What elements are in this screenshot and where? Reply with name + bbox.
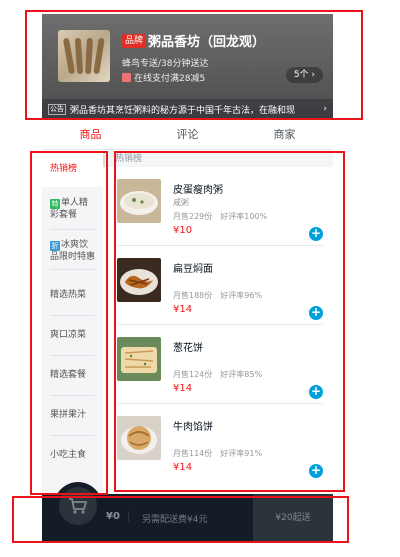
menu-item-hot[interactable]: 热销榜 (42, 151, 103, 187)
food-price: ¥14 (173, 304, 193, 315)
food-item[interactable]: 皮蛋瘦肉粥 咸粥 月售229份 好评率100% ¥10 + (117, 167, 323, 246)
menu-item-content: 特单人精彩套餐 (50, 189, 95, 230)
food-image (117, 258, 161, 302)
add-to-cart-button[interactable]: + (309, 227, 323, 241)
food-desc: 咸粥 (173, 198, 189, 207)
tab-ratings[interactable]: 评论 (139, 120, 236, 149)
discount-badge-icon: 折 (50, 240, 60, 251)
food-name: 葱花饼 (173, 343, 203, 354)
brand-badge: 品牌 (122, 34, 147, 48)
food-image (117, 416, 161, 460)
discount-icon (122, 73, 131, 82)
tab-goods[interactable]: 商品 (42, 120, 139, 149)
promo-text: 在线支付满28减5 (134, 74, 206, 84)
bulletin-tag: 公告 (48, 103, 66, 115)
menu-item-label: 爽口凉菜 (50, 315, 95, 356)
cart-total-price: ¥0 (106, 511, 129, 522)
food-name: 扁豆焖面 (173, 264, 213, 275)
promo-count-button[interactable]: 5个 › (285, 67, 323, 83)
food-extra: 月售188份 好评率96% (173, 290, 262, 301)
food-price: ¥14 (173, 462, 193, 473)
menu-item-content: 折冰爽饮品限时特惠 (50, 237, 95, 270)
add-to-cart-button[interactable]: + (309, 385, 323, 399)
shop-avatar (58, 30, 110, 82)
promo-line: 在线支付满28减5 (122, 71, 205, 84)
food-extra: 月售229份 好评率100% (173, 211, 267, 222)
food-list: 热销榜 皮蛋瘦肉粥 咸粥 月售229份 好评率100% ¥10 + 扁豆焖面 月售… (103, 151, 333, 494)
food-name: 皮蛋瘦肉粥 (173, 185, 223, 196)
food-extra: 月售114份 好评率91% (173, 448, 262, 459)
food-image (117, 179, 161, 223)
menu-item-combos[interactable]: 精选套餐 (42, 355, 103, 396)
food-sales: 月售229份 (173, 212, 213, 221)
cart-icon (59, 487, 97, 525)
shopcart-bar: ¥0 另需配送费¥4元 ¥20起送 (42, 482, 333, 543)
food-item[interactable]: 葱花饼 月售124份 好评率85% ¥14 + (117, 325, 323, 404)
menu-item-hot-dishes[interactable]: 精选热菜 (42, 275, 103, 316)
stage: { "header": { "brand_tag": "品牌", "shop_n… (0, 0, 400, 557)
app-frame: 品牌 粥品香坊（回龙观） 蜂鸟专送/38分钟送达 在线支付满28减5 5个 › … (42, 14, 333, 543)
delivery-fee: 另需配送费¥4元 (142, 515, 208, 525)
menu-item-label: 小吃主食 (50, 450, 87, 460)
menu-item-label: 果拼果汁 (50, 395, 95, 436)
food-image (117, 337, 161, 381)
tab-seller[interactable]: 商家 (236, 120, 333, 149)
category-menu: 热销榜 特单人精彩套餐 折冰爽饮品限时特惠 精选热菜 爽口凉菜 精选套餐 果拼果… (42, 151, 103, 494)
shop-header: 品牌 粥品香坊（回龙观） 蜂鸟专送/38分钟送达 在线支付满28减5 5个 › … (42, 14, 333, 120)
food-name: 牛肉馅饼 (173, 422, 213, 433)
menu-item-single-set[interactable]: 特单人精彩套餐 (42, 187, 103, 231)
food-rating: 好评率91% (220, 449, 263, 458)
food-sales: 月售124份 (173, 370, 213, 379)
food-item[interactable]: 扁豆焖面 月售188份 好评率96% ¥14 + (117, 246, 323, 325)
menu-item-label: 精选热菜 (50, 275, 95, 316)
menu-item-label: 热销榜 (50, 164, 78, 174)
food-rating: 好评率100% (220, 212, 268, 221)
food-price: ¥10 (173, 225, 193, 236)
bulletin-text: 粥品香坊其烹饪粥料的秘方源于中国千年古法，在融和现 (70, 105, 296, 116)
food-price: ¥14 (173, 383, 193, 394)
menu-item-label: 精选套餐 (50, 355, 95, 396)
checkout-button[interactable]: ¥20起送 (253, 494, 333, 543)
food-extra: 月售124份 好评率85% (173, 369, 262, 380)
special-badge-icon: 特 (50, 198, 60, 209)
chevron-right-icon: › (323, 104, 327, 114)
section-title: 热销榜 (103, 151, 333, 167)
food-item[interactable]: 牛肉馅饼 月售114份 好评率91% ¥14 + (117, 404, 323, 483)
menu-item-cold-dishes[interactable]: 爽口凉菜 (42, 315, 103, 356)
food-sales: 月售114份 (173, 449, 213, 458)
menu-item-snacks[interactable]: 小吃主食 (42, 435, 103, 475)
bulletin-bar[interactable]: 公告 粥品香坊其烹饪粥料的秘方源于中国千年古法，在融和现 › (42, 99, 333, 119)
menu-item-drinks[interactable]: 折冰爽饮品限时特惠 (42, 231, 103, 275)
menu-item-fruit-juice[interactable]: 果拼果汁 (42, 395, 103, 436)
tab-bar: 商品 评论 商家 (42, 120, 333, 150)
food-sales: 月售188份 (173, 291, 213, 300)
food-rating: 好评率96% (220, 291, 263, 300)
add-to-cart-button[interactable]: + (309, 464, 323, 478)
food-rating: 好评率85% (220, 370, 263, 379)
delivery-info: 蜂鸟专送/38分钟送达 (122, 59, 209, 69)
cart-logo[interactable] (54, 482, 102, 530)
shop-name: 粥品香坊（回龙观） (148, 35, 266, 50)
add-to-cart-button[interactable]: + (309, 306, 323, 320)
